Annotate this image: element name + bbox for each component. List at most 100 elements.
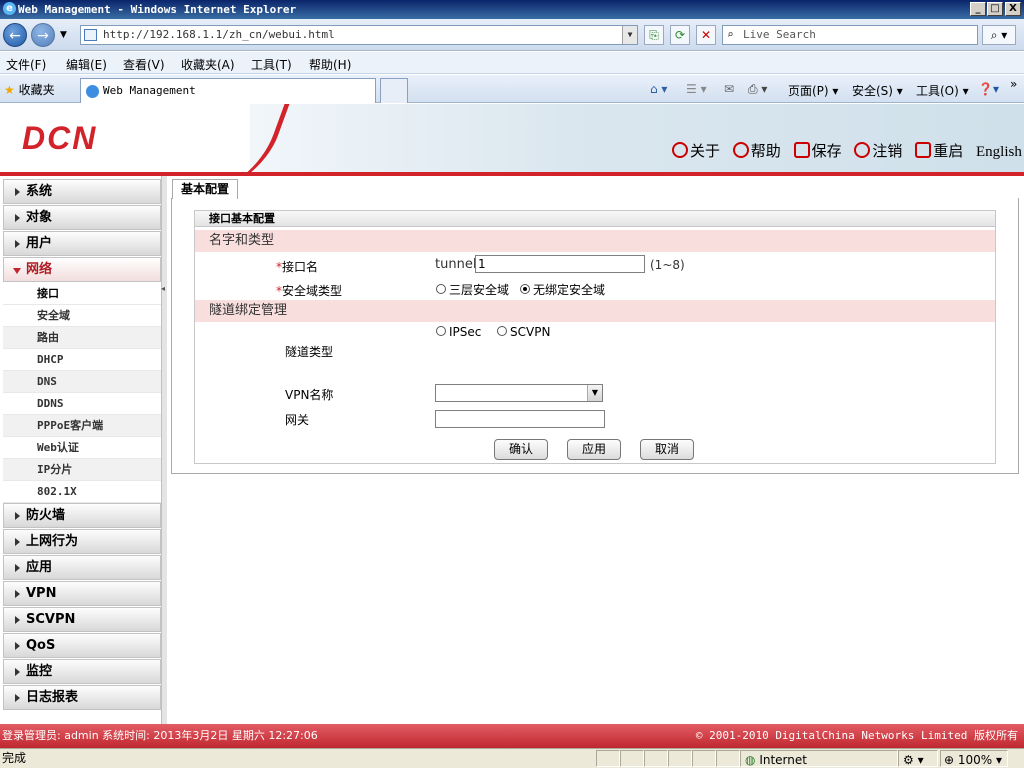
sidebar-item-ddns[interactable]: DDNS bbox=[3, 393, 161, 415]
sidebar-item-interface[interactable]: 接口 bbox=[3, 283, 161, 305]
url-dropdown-icon[interactable]: ▼ bbox=[622, 26, 637, 44]
home-icon[interactable]: ⌂ ▾ bbox=[650, 82, 667, 96]
menu-view[interactable]: 查看(V) bbox=[123, 56, 165, 73]
search-button[interactable]: ⌕ ▾ bbox=[982, 25, 1016, 45]
favorites-button[interactable]: ★ 收藏夹 bbox=[4, 81, 55, 98]
menu-file[interactable]: 文件(F) bbox=[6, 56, 46, 73]
sidebar-cat-system[interactable]: 系统 bbox=[3, 179, 161, 204]
maximize-button[interactable]: □ bbox=[987, 2, 1003, 16]
info-icon bbox=[672, 142, 688, 158]
vpn-name-select[interactable]: ▼ bbox=[435, 384, 603, 402]
radio-ipsec[interactable] bbox=[436, 326, 446, 336]
tunnel-option-ipsec[interactable]: IPSec bbox=[436, 325, 481, 339]
protected-mode-pane[interactable]: ⚙ ▾ bbox=[898, 750, 938, 767]
minimize-button[interactable]: _ bbox=[970, 2, 986, 16]
sidebar-cat-application[interactable]: 应用 bbox=[3, 555, 161, 580]
history-dropdown-icon[interactable]: ▼ bbox=[60, 30, 67, 40]
live-search-icon: ⌕ bbox=[727, 28, 734, 41]
sidebar-cat-scvpn[interactable]: SCVPN bbox=[3, 607, 161, 632]
menu-edit[interactable]: 编辑(E) bbox=[66, 56, 107, 73]
sidebar-cat-objects[interactable]: 对象 bbox=[3, 205, 161, 230]
sidebar-cat-qos[interactable]: QoS bbox=[3, 633, 161, 658]
sidebar-item-webauth[interactable]: Web认证 bbox=[3, 437, 161, 459]
tab-basic-config[interactable]: 基本配置 bbox=[172, 179, 238, 199]
zoom-control[interactable]: ⊕ 100% ▾ bbox=[940, 750, 1008, 767]
radio-scvpn[interactable] bbox=[497, 326, 507, 336]
sidebar-item-ipfrag[interactable]: IP分片 bbox=[3, 459, 161, 481]
sidebar-item-8021x[interactable]: 802.1X bbox=[3, 481, 161, 503]
back-icon[interactable]: ← bbox=[3, 23, 27, 47]
more-chevron-icon[interactable]: » bbox=[1010, 77, 1017, 91]
sidebar-item-dns[interactable]: DNS bbox=[3, 371, 161, 393]
tools-menu[interactable]: 工具(O) ▾ bbox=[916, 82, 969, 99]
sidebar-cat-firewall[interactable]: 防火墙 bbox=[3, 503, 161, 528]
app-header: DCN 关于 帮助 保存 注销 重启 English bbox=[0, 104, 1024, 172]
stop-icon[interactable]: ✕ bbox=[696, 25, 716, 45]
print-icon[interactable]: ⎙ ▾ bbox=[748, 82, 767, 97]
new-tab-button[interactable] bbox=[380, 78, 408, 103]
save-icon bbox=[793, 142, 810, 158]
sidebar-cat-logs[interactable]: 日志报表 bbox=[3, 685, 161, 710]
apply-button[interactable]: 应用 bbox=[567, 439, 621, 460]
browser-tab[interactable]: Web Management bbox=[80, 78, 376, 103]
vpn-name-label: VPN名称 bbox=[285, 388, 334, 402]
about-link[interactable]: 关于 bbox=[672, 142, 720, 160]
zone-option-l3[interactable]: 三层安全域 bbox=[436, 281, 509, 298]
sidebar-item-zone[interactable]: 安全域 bbox=[3, 305, 161, 327]
tab-ie-icon bbox=[86, 85, 99, 98]
key-icon bbox=[854, 142, 871, 158]
tab-bar: ★ 收藏夹 Web Management ⌂ ▾ ☰ ▾ ✉ ⎙ ▾ 页面(P)… bbox=[0, 75, 1024, 103]
menu-bar: 文件(F) 编辑(E) 查看(V) 收藏夹(A) 工具(T) 帮助(H) bbox=[0, 52, 1024, 74]
menu-favorites[interactable]: 收藏夹(A) bbox=[181, 56, 235, 73]
status-text: 完成 bbox=[2, 751, 27, 765]
sidebar-item-route[interactable]: 路由 bbox=[3, 327, 161, 349]
about-label: 关于 bbox=[690, 142, 721, 160]
help-link[interactable]: 帮助 bbox=[732, 142, 781, 160]
confirm-button[interactable]: 确认 bbox=[494, 439, 548, 460]
sidebar-cat-users[interactable]: 用户 bbox=[3, 231, 161, 256]
mail-icon[interactable]: ✉ bbox=[724, 82, 734, 96]
logout-link[interactable]: 注销 bbox=[854, 142, 902, 160]
star-icon: ★ bbox=[4, 83, 15, 97]
help-icon[interactable]: ❓▾ bbox=[978, 82, 999, 96]
radio-unbound[interactable] bbox=[520, 284, 530, 294]
menu-tools[interactable]: 工具(T) bbox=[251, 56, 292, 73]
save-label: 保存 bbox=[811, 142, 842, 160]
section-tunnel: 隧道绑定管理 bbox=[195, 300, 995, 322]
sidebar-cat-network[interactable]: 网络 bbox=[3, 257, 161, 282]
section-name-type: 名字和类型 bbox=[195, 230, 995, 252]
sidebar-cat-behavior[interactable]: 上网行为 bbox=[3, 529, 161, 554]
tools-menu-label: 工具(O) bbox=[916, 84, 959, 98]
save-link[interactable]: 保存 bbox=[793, 142, 842, 160]
safety-menu[interactable]: 安全(S) ▾ bbox=[852, 82, 903, 99]
menu-help[interactable]: 帮助(H) bbox=[309, 56, 351, 73]
page-menu[interactable]: 页面(P) ▾ bbox=[788, 82, 838, 99]
sidebar-cat-vpn[interactable]: VPN bbox=[3, 581, 161, 606]
sidebar-cat-monitor[interactable]: 监控 bbox=[3, 659, 161, 684]
feeds-icon[interactable]: ☰ ▾ bbox=[686, 82, 707, 96]
window-title: Web Management - Windows Internet Explor… bbox=[18, 3, 297, 16]
search-placeholder: Live Search bbox=[743, 28, 816, 41]
refresh-icon[interactable]: ⟳ bbox=[670, 25, 690, 45]
english-link[interactable]: English bbox=[976, 144, 1022, 160]
reboot-link[interactable]: 重启 bbox=[915, 142, 963, 160]
zone-label: Internet bbox=[759, 753, 807, 767]
close-window-button[interactable]: X bbox=[1005, 2, 1021, 16]
forward-icon[interactable]: → bbox=[31, 23, 55, 47]
collapse-arrow-icon[interactable]: ◂ bbox=[161, 284, 165, 293]
sidebar-item-dhcp[interactable]: DHCP bbox=[3, 349, 161, 371]
cancel-button[interactable]: 取消 bbox=[640, 439, 694, 460]
zone-option-unbound[interactable]: 无绑定安全域 bbox=[520, 281, 605, 298]
tunnel-option-scvpn[interactable]: SCVPN bbox=[497, 325, 550, 339]
main-content: 基本配置 接口基本配置 名字和类型 *接口名 tunnel 1 (1~8) *安… bbox=[167, 176, 1024, 724]
select-arrow-icon[interactable]: ▼ bbox=[587, 385, 602, 401]
interface-name-input[interactable]: 1 bbox=[475, 255, 645, 273]
search-input[interactable]: ⌕ Live Search bbox=[722, 25, 978, 45]
url-input[interactable]: http://192.168.1.1/zh_cn/webui.html ▼ bbox=[80, 25, 638, 45]
dcn-logo: DCN bbox=[22, 120, 98, 156]
page-menu-label: 页面(P) bbox=[788, 84, 829, 98]
compatibility-icon[interactable]: ⎘ bbox=[644, 25, 664, 45]
sidebar-item-pppoe[interactable]: PPPoE客户端 bbox=[3, 415, 161, 437]
gateway-input[interactable] bbox=[435, 410, 605, 428]
radio-l3[interactable] bbox=[436, 284, 446, 294]
